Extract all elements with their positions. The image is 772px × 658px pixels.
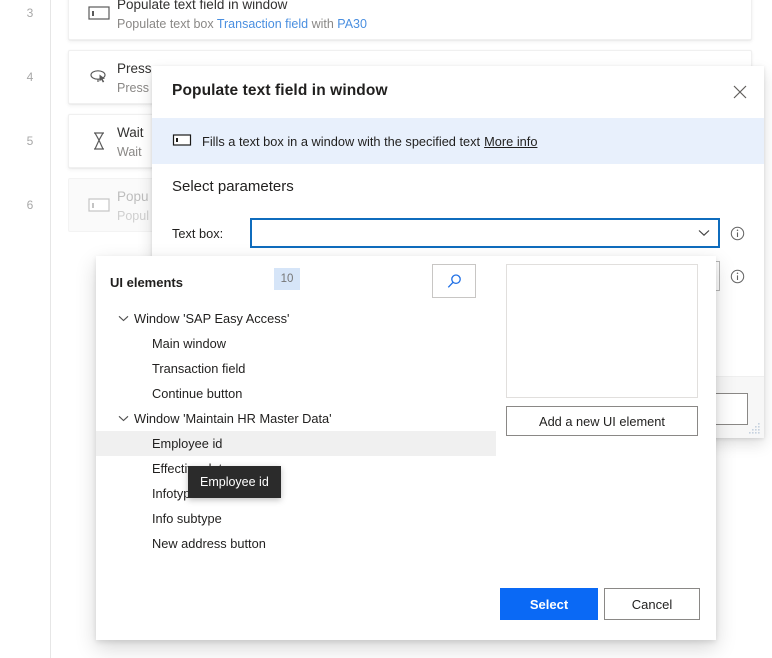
text-box-label: Text box: (172, 225, 224, 241)
textbox-icon (87, 3, 111, 25)
tree-leaf-node[interactable]: Employee id (96, 431, 496, 456)
tree-leaf-node[interactable]: New address button (96, 531, 496, 556)
mouse-click-icon (87, 67, 111, 89)
screen-root: 3 Populate text field in window Populate t… (0, 0, 772, 658)
more-info-link[interactable]: More info (484, 134, 537, 149)
picker-action-bar: Select Cancel (500, 588, 700, 620)
tree-node-label: Window 'Maintain HR Master Data' (134, 411, 332, 426)
dialog-title: Populate text field in window (172, 82, 388, 99)
tree-group-node[interactable]: Window 'SAP Easy Access' (96, 306, 496, 331)
tree-leaf-node[interactable]: Effective date (96, 456, 496, 481)
ui-elements-label: UI elements (110, 275, 183, 290)
hourglass-icon (87, 131, 111, 153)
tree-group-node[interactable]: Window 'Maintain HR Master Data' (96, 406, 496, 431)
tree-node-label: Main window (152, 336, 226, 351)
select-button[interactable]: Select (500, 588, 598, 620)
close-icon[interactable] (724, 76, 756, 108)
cancel-button[interactable]: Cancel (604, 588, 700, 620)
tree-node-label: Window 'SAP Easy Access' (134, 311, 290, 326)
flow-variable-link[interactable]: PA30 (337, 17, 367, 31)
flow-variable-link[interactable]: Transaction field (217, 17, 308, 31)
info-icon[interactable] (730, 269, 745, 284)
flow-row-number: 6 (26, 198, 34, 212)
tree-node-label: Continue button (152, 386, 243, 401)
ui-elements-count-badge: 10 (274, 268, 300, 290)
textbox-icon (172, 132, 192, 150)
dialog-header: Populate text field in window (152, 66, 764, 118)
flow-action-description: Populate text box Transaction field with… (117, 17, 367, 31)
flow-action-title: Populate text field in window (117, 0, 288, 12)
flow-row-number: 3 (26, 6, 34, 20)
ui-elements-picker: UI elements 10 Window 'SAP Easy Access' M… (96, 256, 716, 640)
text-box-combobox[interactable] (250, 218, 720, 248)
dialog-description-text: Fills a text box in a window with the sp… (202, 133, 481, 149)
tree-node-label: Employee id (152, 436, 223, 451)
tree-leaf-node[interactable]: Transaction field (96, 356, 496, 381)
text-box-parameter-row: Text box: (172, 218, 745, 248)
add-new-ui-element-button[interactable]: Add a new UI element (506, 406, 698, 436)
resize-grip-icon[interactable] (747, 421, 761, 435)
tree-leaf-node[interactable]: Continue button (96, 381, 496, 406)
dialog-description-banner: Fills a text box in a window with the sp… (152, 118, 764, 164)
tree-leaf-node[interactable]: Infotype (96, 481, 496, 506)
flow-row[interactable]: 3 Populate text field in window Populate t… (0, 0, 760, 40)
search-icon[interactable] (432, 264, 476, 298)
ui-elements-tree: Window 'SAP Easy Access' Main window Trans… (96, 306, 496, 556)
flow-row-number: 4 (26, 70, 34, 84)
info-icon[interactable] (730, 226, 745, 241)
tree-leaf-node[interactable]: Main window (96, 331, 496, 356)
tree-node-label: New address button (152, 536, 266, 551)
tree-leaf-node[interactable]: Info subtype (96, 506, 496, 531)
chevron-down-icon[interactable] (698, 229, 710, 237)
select-parameters-heading: Select parameters (172, 178, 294, 195)
chevron-down-icon[interactable] (116, 412, 130, 426)
textbox-icon (87, 195, 111, 217)
tree-node-label: Info subtype (152, 511, 222, 526)
flow-row-number: 5 (26, 134, 34, 148)
chevron-down-icon[interactable] (116, 312, 130, 326)
flow-action-text: Populate text field in window Populate te… (117, 0, 743, 33)
flow-action-card[interactable]: Populate text field in window Populate te… (68, 0, 752, 40)
ui-element-preview (506, 264, 698, 398)
tree-node-label: Transaction field (152, 361, 246, 376)
employee-id-tooltip: Employee id (188, 466, 281, 498)
